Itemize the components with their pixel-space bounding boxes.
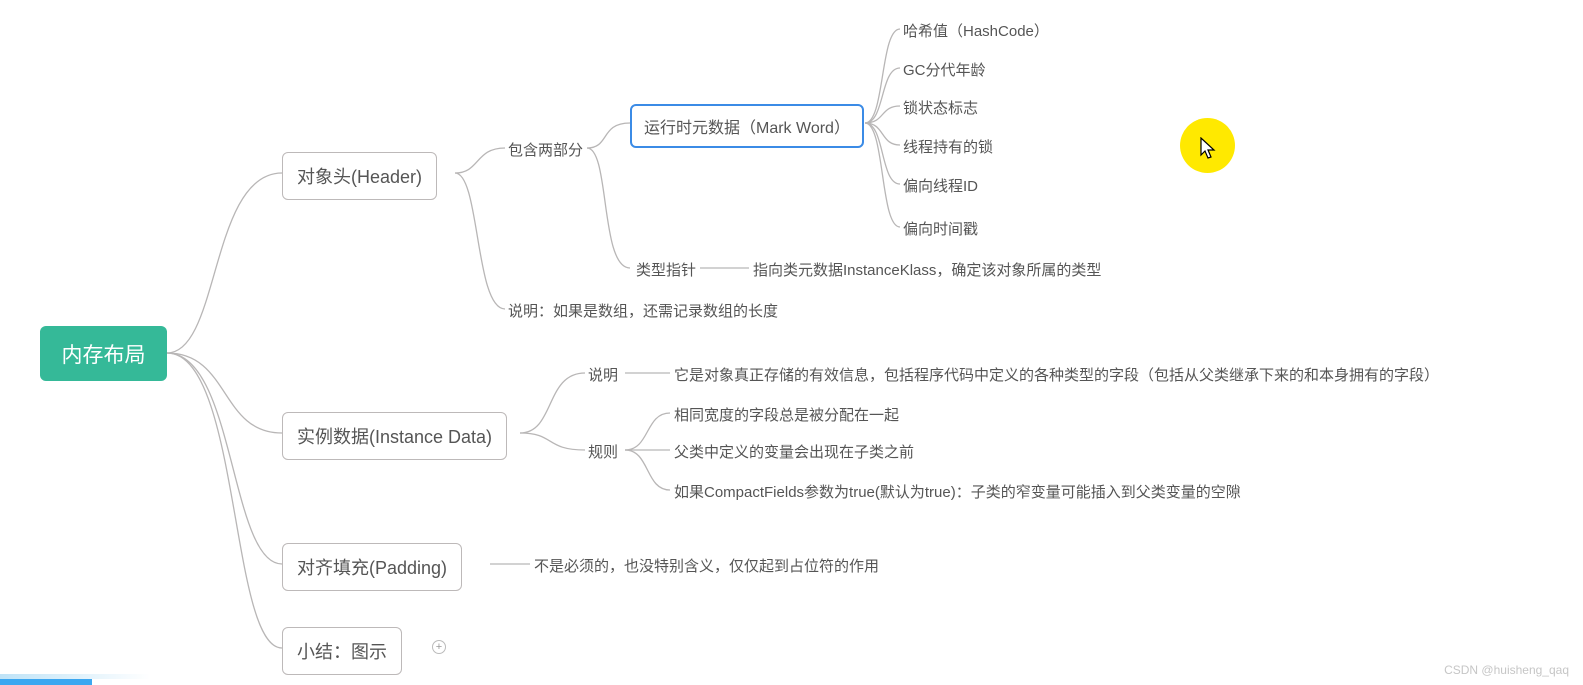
leaf-hashcode[interactable]: 哈希值（HashCode） xyxy=(903,20,1049,41)
node-instance-rule-label[interactable]: 规则 xyxy=(588,441,618,462)
leaf-gc-age[interactable]: GC分代年龄 xyxy=(903,59,986,80)
node-padding[interactable]: 对齐填充(Padding) xyxy=(282,543,462,591)
node-type-pointer[interactable]: 类型指针 xyxy=(636,259,696,280)
leaf-rule-0[interactable]: 相同宽度的字段总是被分配在一起 xyxy=(674,404,899,425)
node-array-note: 说明：如果是数组，还需记录数组的长度 xyxy=(508,300,778,321)
root-node[interactable]: 内存布局 xyxy=(40,326,167,381)
node-contain-two-parts[interactable]: 包含两部分 xyxy=(508,139,583,160)
leaf-lock-flag[interactable]: 锁状态标志 xyxy=(903,97,978,118)
node-summary-label: 小结：图示 xyxy=(297,642,387,662)
leaf-thread-lock[interactable]: 线程持有的锁 xyxy=(903,136,993,157)
node-instance-desc-label[interactable]: 说明 xyxy=(588,364,618,385)
cursor-arrow-icon xyxy=(1200,137,1218,165)
root-label: 内存布局 xyxy=(62,339,146,369)
node-mark-word[interactable]: 运行时元数据（Mark Word） xyxy=(630,104,864,148)
node-summary[interactable]: 小结：图示 xyxy=(282,627,402,675)
leaf-rule-1[interactable]: 父类中定义的变量会出现在子类之前 xyxy=(674,441,914,462)
connector-lines xyxy=(0,0,1583,685)
leaf-bias-thread[interactable]: 偏向线程ID xyxy=(903,175,978,196)
node-padding-label: 对齐填充(Padding) xyxy=(297,558,447,578)
progress-bar xyxy=(0,679,92,685)
node-type-pointer-desc: 指向类元数据InstanceKlass，确定该对象所属的类型 xyxy=(753,259,1101,280)
expand-icon[interactable]: + xyxy=(432,640,446,654)
node-padding-desc: 不是必须的，也没特别含义，仅仅起到占位符的作用 xyxy=(534,555,879,576)
leaf-bias-epoch[interactable]: 偏向时间戳 xyxy=(903,218,978,239)
node-instance-desc-text: 它是对象真正存储的有效信息，包括程序代码中定义的各种类型的字段（包括从父类继承下… xyxy=(674,364,1439,385)
node-header-label: 对象头(Header) xyxy=(297,167,422,187)
watermark-text: CSDN @huisheng_qaq xyxy=(1444,663,1569,677)
leaf-rule-2[interactable]: 如果CompactFields参数为true(默认为true)：子类的窄变量可能… xyxy=(674,481,1241,502)
node-header[interactable]: 对象头(Header) xyxy=(282,152,437,200)
node-instance-data[interactable]: 实例数据(Instance Data) xyxy=(282,412,507,460)
node-instance-label: 实例数据(Instance Data) xyxy=(297,427,492,447)
